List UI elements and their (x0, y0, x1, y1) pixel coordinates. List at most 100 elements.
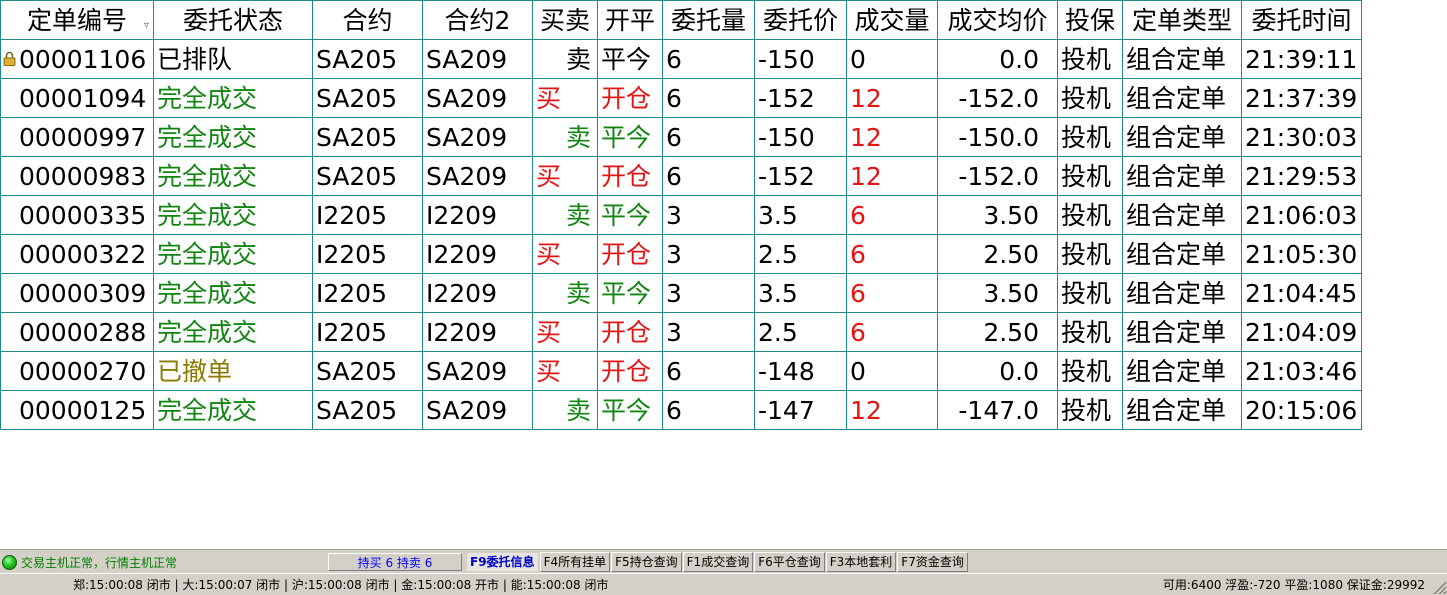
quantity-cell: 6 (662, 156, 755, 196)
contract-cell-text: I2205 (316, 239, 387, 269)
time-cell-text: 21:03:46 (1245, 356, 1358, 386)
tab-0[interactable]: F9委托信息 (466, 552, 539, 572)
price-cell: 2.5 (754, 312, 847, 352)
orders-grid[interactable]: 定单编号 ▿ 委托状态 合约 合约2 买卖 开平 委托量 委托价 成交量 成交均价 投保 定单类型 委托时… (0, 0, 1447, 549)
avg-price-cell-text: 0.0 (999, 44, 1039, 74)
quantity-cell-text: 3 (666, 278, 682, 308)
column-header-avg-price[interactable]: 成交均价 (937, 0, 1058, 40)
order-type-cell: 组合定单 (1122, 156, 1242, 196)
column-header-price[interactable]: 委托价 (754, 0, 847, 40)
time-cell: 21:29:53 (1241, 156, 1362, 196)
contract-cell: SA205 (312, 156, 423, 196)
price-cell-text: 2.5 (758, 239, 798, 269)
table-row[interactable]: 00000125 完全成交 SA205 SA209 卖平今 6 -147 12 -147.0 投机… (0, 390, 1362, 430)
contract2-cell: I2209 (422, 234, 533, 274)
contract-cell: I2205 (312, 273, 423, 313)
column-header-contract[interactable]: 合约 (312, 0, 423, 40)
contract-cell: SA205 (312, 351, 423, 391)
hedge-cell-text: 投机 (1061, 200, 1112, 230)
table-row[interactable]: 00001106 已排队 SA205 SA209 卖平今 6 -150 0 0.0 投机 组合定单 2… (0, 39, 1362, 79)
order-type-cell-text: 组合定单 (1126, 239, 1227, 269)
quantity-cell: 6 (662, 117, 755, 157)
price-cell-text: -147 (758, 395, 815, 425)
price-cell: -147 (754, 390, 847, 430)
time-cell-text: 21:37:39 (1245, 83, 1358, 113)
table-row[interactable]: 00000335 完全成交 I2205 I2209 卖平今 3 3.5 6 3.50 投机 组合定单… (0, 195, 1362, 235)
avg-price-cell-text: -152.0 (958, 83, 1039, 113)
hedge-cell: 投机 (1057, 195, 1123, 235)
tab-6[interactable]: F7资金查询 (897, 552, 968, 572)
order-id-cell: 00001106 (0, 39, 154, 79)
avg-price-cell-text: 2.50 (983, 317, 1039, 347)
column-header-label: 合约2 (444, 5, 511, 35)
status-cell: 已排队 (153, 39, 313, 79)
column-header-order-type[interactable]: 定单类型 (1122, 0, 1242, 40)
order-type-cell: 组合定单 (1122, 351, 1242, 391)
column-header-label: 定单编号 (26, 5, 127, 35)
contract2-cell: SA209 (422, 78, 533, 118)
open-close-cell-text: 开仓 (601, 317, 652, 347)
tab-5[interactable]: F3本地套利 (825, 552, 897, 572)
tab-2[interactable]: F5持仓查询 (611, 552, 682, 572)
column-header-contract2[interactable]: 合约2 (422, 0, 533, 40)
column-header-quantity[interactable]: 委托量 (662, 0, 755, 40)
connection-status: 交易主机正常，行情主机正常 (2, 553, 327, 571)
contract2-cell: SA209 (422, 39, 533, 79)
contract2-cell-text: SA209 (426, 356, 508, 386)
contract2-cell: I2209 (422, 273, 533, 313)
open-close-cell-text: 平今 (601, 44, 652, 74)
tab-1[interactable]: F4所有挂单 (539, 552, 611, 572)
column-header-filled[interactable]: 成交量 (846, 0, 938, 40)
status-cell: 完全成交 (153, 195, 313, 235)
table-row[interactable]: 00000322 完全成交 I2205 I2209 买 开仓 3 2.5 6 2.50 投机 组合定单… (0, 234, 1362, 274)
status-cell: 完全成交 (153, 117, 313, 157)
resize-grip-icon[interactable] (1432, 580, 1446, 594)
side-cell: 卖 (532, 39, 598, 79)
side-cell-text: 卖 (565, 44, 591, 74)
column-header-open-close[interactable]: 开平 (597, 0, 663, 40)
avg-price-cell: 3.50 (937, 273, 1058, 313)
side-cell: 卖 (532, 390, 598, 430)
filled-cell: 6 (846, 273, 938, 313)
column-header-label: 合约 (342, 5, 393, 35)
order-id-cell: 00000288 (0, 312, 154, 352)
column-header-side[interactable]: 买卖 (532, 0, 598, 40)
column-header-order-id[interactable]: 定单编号 ▿ (0, 0, 154, 40)
tab-3[interactable]: F1成交查询 (682, 552, 754, 572)
quantity-cell-text: 6 (666, 161, 682, 191)
column-header-time[interactable]: 委托时间 (1241, 0, 1362, 40)
quantity-cell: 6 (662, 351, 755, 391)
hedge-cell-text: 投机 (1061, 278, 1112, 308)
avg-price-cell: -152.0 (937, 78, 1058, 118)
order-type-cell-text: 组合定单 (1126, 161, 1227, 191)
filled-cell-text: 0 (850, 44, 866, 74)
status-cell: 完全成交 (153, 78, 313, 118)
table-row[interactable]: 00000997 完全成交 SA205 SA209 卖平今 6 -150 12 -150.0 投机… (0, 117, 1362, 157)
column-header-label: 委托量 (670, 5, 746, 35)
status-bar-top: 交易主机正常，行情主机正常 持买 6 持卖 6 F9委托信息 F4所有挂单 F5持仓… (0, 549, 1447, 573)
table-row[interactable]: 00000983 完全成交 SA205 SA209 买 开仓 6 -152 12 -152.0 投机… (0, 156, 1362, 196)
exchange-status: 郑:15:00:08 闭市 | 大:15:00:07 闭市 | 沪:15:00:… (73, 578, 609, 592)
filled-cell: 0 (846, 39, 938, 79)
column-header-hedge[interactable]: 投保 (1057, 0, 1123, 40)
table-row[interactable]: 00000288 完全成交 I2205 I2209 买 开仓 3 2.5 6 2.50 投机 组合定单… (0, 312, 1362, 352)
price-cell-text: 3.5 (758, 278, 798, 308)
contract-cell: SA205 (312, 117, 423, 157)
hedge-cell: 投机 (1057, 39, 1123, 79)
status-cell-text: 完全成交 (157, 395, 258, 425)
table-row[interactable]: 00001094 完全成交 SA205 SA209 买 开仓 6 -152 12 -152.0 投机… (0, 78, 1362, 118)
contract-cell-text: SA205 (316, 395, 398, 425)
table-row[interactable]: 00000309 完全成交 I2205 I2209 卖平今 3 3.5 6 3.50 投机 组合定单… (0, 273, 1362, 313)
hedge-cell: 投机 (1057, 78, 1123, 118)
hedge-cell-text: 投机 (1061, 356, 1112, 386)
quantity-cell: 3 (662, 273, 755, 313)
avg-price-cell: -150.0 (937, 117, 1058, 157)
table-row[interactable]: 00000270 已撤单 SA205 SA209 买 开仓 6 -148 0 0.0 投机 组合定单 2… (0, 351, 1362, 391)
hedge-cell-text: 投机 (1061, 161, 1112, 191)
order-id-cell-text: 00000335 (19, 200, 147, 230)
column-header-status[interactable]: 委托状态 (153, 0, 313, 40)
tab-4[interactable]: F6平仓查询 (754, 552, 825, 572)
contract-cell-text: I2205 (316, 200, 387, 230)
quantity-cell-text: 3 (666, 317, 682, 347)
time-cell: 21:04:09 (1241, 312, 1362, 352)
